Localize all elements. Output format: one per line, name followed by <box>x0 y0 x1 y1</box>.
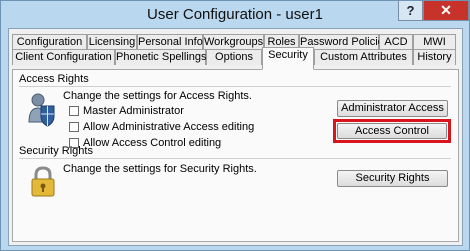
dialog-client-area: Configuration Licensing Personal Info Wo… <box>8 28 463 246</box>
shield-user-icon <box>27 92 57 128</box>
tab-security[interactable]: Security <box>262 47 314 70</box>
user-configuration-window: User Configuration - user1 ? ✕ Configura… <box>0 0 470 251</box>
tab-options[interactable]: Options <box>206 49 262 65</box>
access-rights-divider <box>19 86 451 87</box>
access-rights-description: Change the settings for Access Rights. <box>63 90 252 102</box>
tab-workgroups[interactable]: Workgroups <box>203 34 264 50</box>
allow-admin-access-editing-label: Allow Administrative Access editing <box>83 121 255 134</box>
tab-history[interactable]: History <box>413 49 456 65</box>
tab-client-configuration[interactable]: Client Configuration <box>12 49 115 65</box>
master-administrator-label: Master Administrator <box>83 105 184 118</box>
tab-personal-info[interactable]: Personal Info <box>137 34 203 50</box>
allow-admin-access-editing-checkbox-row[interactable]: Allow Administrative Access editing <box>69 121 254 133</box>
security-rights-button[interactable]: Security Rights <box>337 170 448 187</box>
administrator-access-button[interactable]: Administrator Access <box>337 100 448 117</box>
help-button[interactable]: ? <box>398 1 423 21</box>
tab-mwi[interactable]: MWI <box>413 34 456 50</box>
allow-admin-access-editing-checkbox[interactable] <box>69 122 79 133</box>
padlock-icon <box>30 166 56 198</box>
tab-custom-attributes[interactable]: Custom Attributes <box>314 49 413 65</box>
title-bar[interactable]: User Configuration - user1 ? ✕ <box>1 1 469 28</box>
tab-licensing[interactable]: Licensing <box>87 34 137 50</box>
close-button[interactable]: ✕ <box>423 1 469 21</box>
access-rights-title: Access Rights <box>19 73 89 85</box>
security-rights-description: Change the settings for Security Rights. <box>63 163 257 175</box>
tab-configuration[interactable]: Configuration <box>12 34 87 50</box>
master-administrator-checkbox-row[interactable]: Master Administrator <box>69 105 184 117</box>
allow-access-control-editing-label: Allow Access Control editing <box>83 137 222 150</box>
security-rights-title: Security Rights <box>19 145 93 157</box>
security-rights-divider <box>19 158 451 159</box>
security-tab-panel: Access Rights Change the settings for Ac… <box>12 69 459 242</box>
access-control-button[interactable]: Access Control <box>337 123 447 139</box>
tab-phonetic-spellings[interactable]: Phonetic Spellings <box>115 49 207 65</box>
tab-acd[interactable]: ACD <box>379 34 413 50</box>
master-administrator-checkbox[interactable] <box>69 106 79 117</box>
